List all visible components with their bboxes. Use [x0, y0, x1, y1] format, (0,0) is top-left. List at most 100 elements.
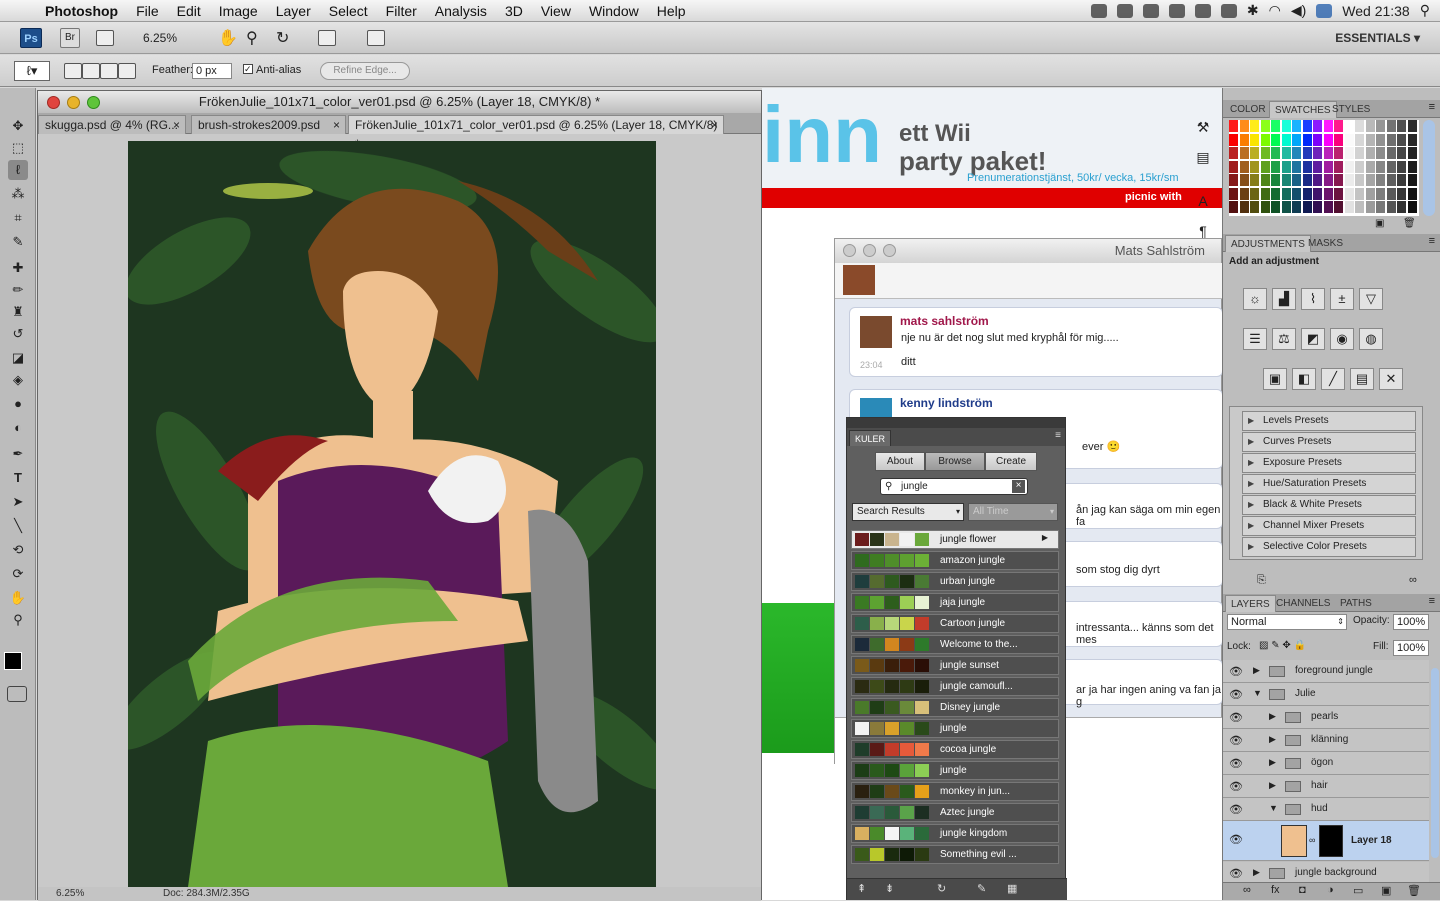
color-swatch[interactable]: [1281, 133, 1291, 146]
hue-saturation-presets[interactable]: Hue/Saturation Presets: [1242, 474, 1416, 494]
collapsed-arrow-icon[interactable]: ▶: [1253, 665, 1260, 676]
eyedropper-icon[interactable]: ✎: [8, 232, 28, 252]
close-tab-icon[interactable]: ×: [173, 116, 180, 135]
browse-button[interactable]: Browse: [925, 452, 985, 471]
bluetooth-icon[interactable]: ✱: [1247, 2, 1259, 19]
visibility-eye-icon[interactable]: 👁: [1229, 833, 1243, 846]
intersect-selection-icon[interactable]: [118, 63, 136, 79]
kuler-theme-row[interactable]: jungle: [851, 761, 1059, 780]
visibility-eye-icon[interactable]: 👁: [1229, 665, 1243, 678]
kuler-theme-row[interactable]: jungle kingdom: [851, 824, 1059, 843]
clock[interactable]: Wed 21:38: [1342, 3, 1409, 19]
color-swatch[interactable]: [1386, 160, 1396, 173]
color-swatch[interactable]: [1386, 133, 1396, 146]
color-swatch[interactable]: [1302, 201, 1312, 213]
color-swatch[interactable]: [1229, 187, 1238, 200]
fx-icon[interactable]: fx: [1271, 884, 1280, 896]
color-swatch[interactable]: [1397, 120, 1406, 132]
zoom-icon[interactable]: ⚲: [8, 610, 28, 630]
theme-arrow-icon[interactable]: ▶: [1042, 533, 1048, 542]
color-swatch[interactable]: [1313, 174, 1322, 186]
antialias-checkbox[interactable]: ✓: [243, 64, 253, 74]
results-filter-select[interactable]: Search Results ▾: [852, 503, 964, 521]
color-swatch[interactable]: [1355, 201, 1364, 213]
3d-rotate-icon[interactable]: ⟲: [8, 540, 28, 560]
color-swatch[interactable]: [1313, 201, 1322, 213]
color-swatch[interactable]: [1250, 147, 1259, 159]
tab-adjustments[interactable]: ADJUSTMENTS: [1225, 235, 1311, 252]
status-icon-3[interactable]: [1142, 3, 1159, 18]
color-swatch[interactable]: [1229, 147, 1238, 159]
zoom-level[interactable]: 6.25%: [143, 31, 177, 45]
color-swatch[interactable]: [1376, 133, 1385, 146]
color-swatch[interactable]: [1334, 147, 1343, 159]
expanded-arrow-icon[interactable]: ▼: [1269, 803, 1278, 813]
color-swatch[interactable]: [1239, 174, 1249, 186]
panel-menu-icon[interactable]: ≡: [1055, 430, 1061, 441]
kuler-theme-row[interactable]: Something evil ...: [851, 845, 1059, 864]
color-swatch[interactable]: [1344, 187, 1354, 200]
clone-stamp-icon[interactable]: ♜: [8, 302, 28, 322]
lock-icons[interactable]: ▨ ✎ ✥ 🔒: [1259, 640, 1329, 654]
color-swatch[interactable]: [1292, 133, 1301, 146]
foreground-color-swatch[interactable]: [4, 652, 22, 670]
curves-icon[interactable]: ⌇: [1301, 288, 1325, 310]
visibility-eye-icon[interactable]: 👁: [1229, 780, 1243, 793]
color-swatch[interactable]: [1344, 147, 1354, 159]
color-swatch[interactable]: [1250, 133, 1259, 146]
lasso-preset-icon[interactable]: ℓ▾: [14, 61, 50, 81]
kuler-theme-row[interactable]: jungle flower ▶: [851, 530, 1059, 549]
hand-tool-icon[interactable]: ✋: [218, 28, 238, 48]
expanded-arrow-icon[interactable]: ▼: [1253, 688, 1262, 698]
close-icon[interactable]: [843, 244, 856, 257]
screen-mode-icon[interactable]: [367, 30, 385, 46]
color-swatch[interactable]: [1323, 201, 1333, 213]
tab-brush-strokes[interactable]: brush-strokes2009.psd ×: [191, 115, 346, 134]
tool-preset-icon[interactable]: ⚒: [1192, 116, 1214, 138]
kuler-theme-row[interactable]: jungle sunset: [851, 656, 1059, 675]
color-swatch[interactable]: [1323, 174, 1333, 186]
subtract-selection-icon[interactable]: [100, 63, 118, 79]
create-button[interactable]: Create: [985, 452, 1037, 471]
layer-group-row[interactable]: 👁 ▼ Julie: [1223, 683, 1429, 706]
kuler-theme-row[interactable]: Aztec jungle: [851, 803, 1059, 822]
menu-analysis[interactable]: Analysis: [426, 3, 496, 19]
color-swatch[interactable]: [1250, 160, 1259, 173]
color-swatch[interactable]: [1292, 187, 1301, 200]
color-swatch[interactable]: [1407, 174, 1417, 186]
color-swatch[interactable]: [1355, 174, 1364, 186]
color-swatch[interactable]: [1292, 160, 1301, 173]
arrange-documents-icon[interactable]: [318, 30, 336, 46]
color-swatch[interactable]: [1355, 160, 1364, 173]
color-swatch[interactable]: [1344, 201, 1354, 213]
color-swatch[interactable]: [1344, 160, 1354, 173]
channel-mixer-presets[interactable]: Channel Mixer Presets: [1242, 516, 1416, 536]
color-swatch[interactable]: [1323, 147, 1333, 159]
new-layer-icon[interactable]: ▣: [1381, 884, 1391, 897]
color-balance-icon[interactable]: ⚖: [1272, 328, 1296, 350]
clip-to-layer-icon[interactable]: ⎘: [1257, 574, 1266, 587]
color-swatch[interactable]: [1407, 147, 1417, 159]
visibility-eye-icon[interactable]: 👁: [1229, 803, 1243, 816]
tab-channels[interactable]: CHANNELS: [1271, 595, 1335, 612]
wifi-icon[interactable]: ◠: [1269, 2, 1281, 19]
color-swatch[interactable]: [1281, 160, 1291, 173]
color-swatch[interactable]: [1365, 147, 1375, 159]
kuler-theme-row[interactable]: amazon jungle: [851, 551, 1059, 570]
color-swatch[interactable]: [1271, 201, 1280, 213]
color-swatch[interactable]: [1365, 174, 1375, 186]
color-swatch[interactable]: [1365, 133, 1375, 146]
color-swatch[interactable]: [1313, 160, 1322, 173]
feather-input[interactable]: 0 px: [192, 63, 232, 79]
color-swatch[interactable]: [1250, 174, 1259, 186]
color-swatch[interactable]: [1355, 133, 1364, 146]
tab-masks[interactable]: MASKS: [1303, 235, 1348, 252]
type-tool-icon[interactable]: T: [8, 468, 28, 488]
color-swatch[interactable]: [1239, 201, 1249, 213]
color-swatch[interactable]: [1229, 133, 1238, 146]
history-brush-icon[interactable]: ↺: [8, 324, 28, 344]
zoom-tool-icon[interactable]: ⚲: [246, 28, 258, 48]
healing-brush-icon[interactable]: ✚: [8, 258, 28, 278]
add-to-swatches-icon[interactable]: ▦: [1007, 882, 1017, 895]
kuler-theme-row[interactable]: urban jungle: [851, 572, 1059, 591]
